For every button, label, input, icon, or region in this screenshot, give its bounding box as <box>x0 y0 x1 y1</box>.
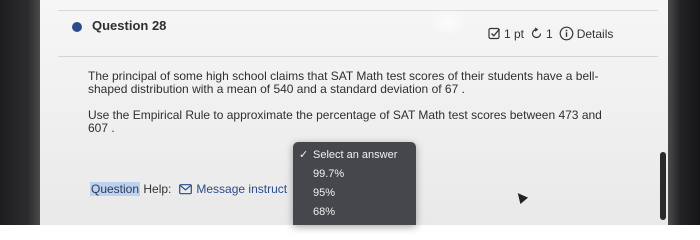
points-label: 1 pt <box>504 26 525 41</box>
dropdown-option[interactable]: 95% <box>293 184 416 202</box>
question-title: Question 28 <box>92 18 167 33</box>
details-link[interactable]: Details <box>559 26 614 41</box>
divider <box>58 10 658 11</box>
question-panel: Question 28 1 pt 1 Details The principal… <box>40 0 668 225</box>
details-label: Details <box>576 26 614 41</box>
dropdown-option[interactable]: 68% <box>293 203 416 221</box>
answer-dropdown[interactable]: ✓ Select an answer 99.7% 95% 68% <box>293 142 416 225</box>
scrollbar-thumb[interactable] <box>660 152 666 220</box>
dropdown-option[interactable]: ✓ Select an answer <box>293 146 416 164</box>
question-text: The principal of some high school claims… <box>88 69 599 96</box>
question-instruction: Use the Empirical Rule to approximate th… <box>88 108 602 135</box>
device-bezel-left <box>0 0 40 225</box>
screen-glare <box>428 8 468 36</box>
divider <box>58 56 658 57</box>
mouse-cursor-icon <box>513 189 529 205</box>
retries-info: 1 <box>530 27 553 41</box>
question-status-dot <box>72 22 82 32</box>
message-instructor-label: Message instruct <box>196 182 288 196</box>
dropdown-option[interactable]: 99.7% <box>293 165 416 183</box>
question-meta: 1 pt 1 Details <box>488 26 619 41</box>
points-info: 1 pt <box>488 27 524 41</box>
envelope-icon <box>179 183 193 194</box>
question-help-label: Question <box>90 182 141 196</box>
info-icon <box>559 26 574 41</box>
question-help-suffix: Help: <box>143 182 172 196</box>
checkbox-icon <box>488 27 501 40</box>
checkmark-icon: ✓ <box>299 149 309 161</box>
device-bezel-right <box>668 0 700 225</box>
retries-count: 1 <box>546 26 553 41</box>
retry-icon <box>530 27 543 40</box>
question-help: Question Help: Message instruct <box>90 182 287 196</box>
message-instructor-link[interactable]: Message instruct <box>179 182 287 196</box>
